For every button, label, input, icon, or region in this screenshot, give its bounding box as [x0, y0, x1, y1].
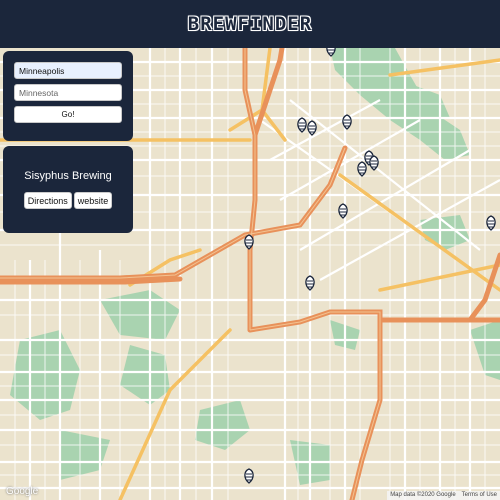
hop-icon[interactable] [305, 275, 315, 291]
hop-icon[interactable] [338, 203, 348, 219]
hop-icon[interactable] [307, 120, 317, 136]
google-logo[interactable]: Google [6, 486, 38, 497]
go-button[interactable]: Go! [14, 106, 122, 123]
hop-icon[interactable] [357, 161, 367, 177]
hop-icon[interactable] [297, 117, 307, 133]
hop-icon[interactable] [244, 234, 254, 250]
hop-icon[interactable] [342, 114, 352, 130]
hop-icon[interactable] [369, 155, 379, 171]
app-header: BREWFINDER [0, 0, 500, 48]
directions-button[interactable]: Directions [23, 192, 72, 209]
brewery-name: Sisyphus Brewing [24, 170, 112, 182]
city-input[interactable] [14, 62, 122, 79]
terms-link[interactable]: Terms of Use [462, 491, 497, 500]
state-input[interactable] [14, 84, 122, 101]
hop-icon[interactable] [486, 215, 496, 231]
map-attribution: Map data ©2020 Google Terms of Use [387, 491, 500, 500]
brewery-actions: Directions website [3, 192, 133, 209]
map-data-text: Map data ©2020 Google [390, 492, 456, 498]
app-logo: BREWFINDER [187, 13, 313, 35]
brewery-info-panel: Sisyphus Brewing Directions website [3, 146, 133, 233]
hop-icon[interactable] [244, 468, 254, 484]
website-button[interactable]: website [73, 192, 113, 209]
search-panel: Go! [3, 51, 133, 141]
